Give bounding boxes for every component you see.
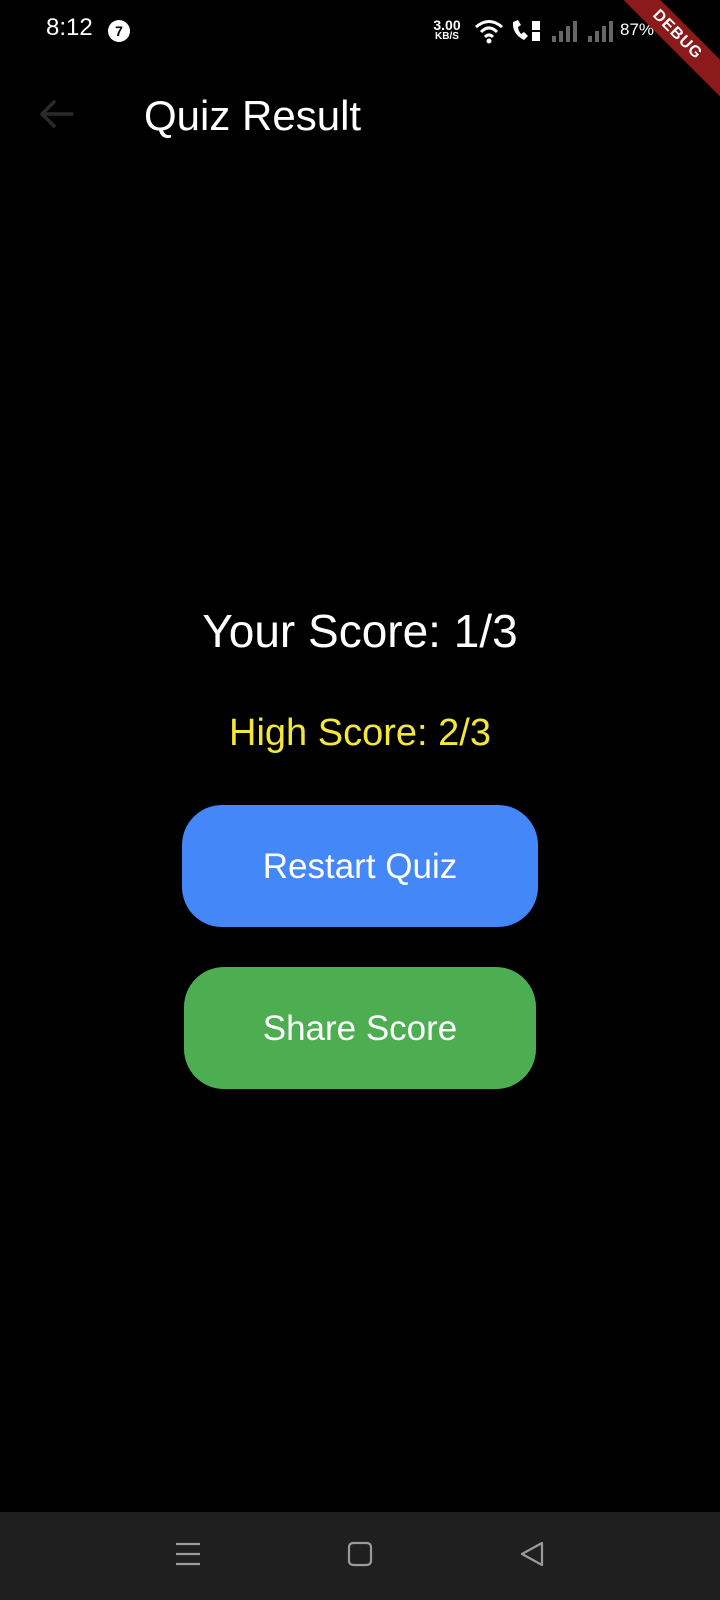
network-speed: 3.00 KB/S (430, 18, 464, 42)
system-navigation-bar (0, 1512, 720, 1600)
network-speed-unit: KB/S (435, 31, 459, 42)
nav-home-button[interactable] (338, 1534, 382, 1578)
back-button[interactable] (30, 90, 82, 142)
menu-icon (174, 1541, 202, 1572)
arrow-back-icon (38, 99, 74, 134)
status-time: 8:12 (46, 14, 93, 41)
back-triangle-icon (519, 1541, 545, 1572)
wifi-calling-icon (510, 18, 542, 49)
nav-menu-button[interactable] (166, 1534, 210, 1578)
your-score-text: Your Score: 1/3 (202, 605, 518, 657)
wifi-icon (474, 18, 504, 49)
nav-back-button[interactable] (510, 1534, 554, 1578)
app-bar: Quiz Result (0, 64, 720, 176)
share-score-button[interactable]: Share Score (184, 967, 536, 1089)
signal-sim1-icon (550, 18, 578, 49)
home-icon (347, 1541, 373, 1572)
notification-badge: 7 (108, 20, 130, 42)
high-score-text: High Score: 2/3 (229, 712, 491, 754)
restart-quiz-button[interactable]: Restart Quiz (182, 805, 538, 927)
network-speed-value: 3.00 (433, 17, 461, 33)
page-title: Quiz Result (144, 92, 362, 139)
